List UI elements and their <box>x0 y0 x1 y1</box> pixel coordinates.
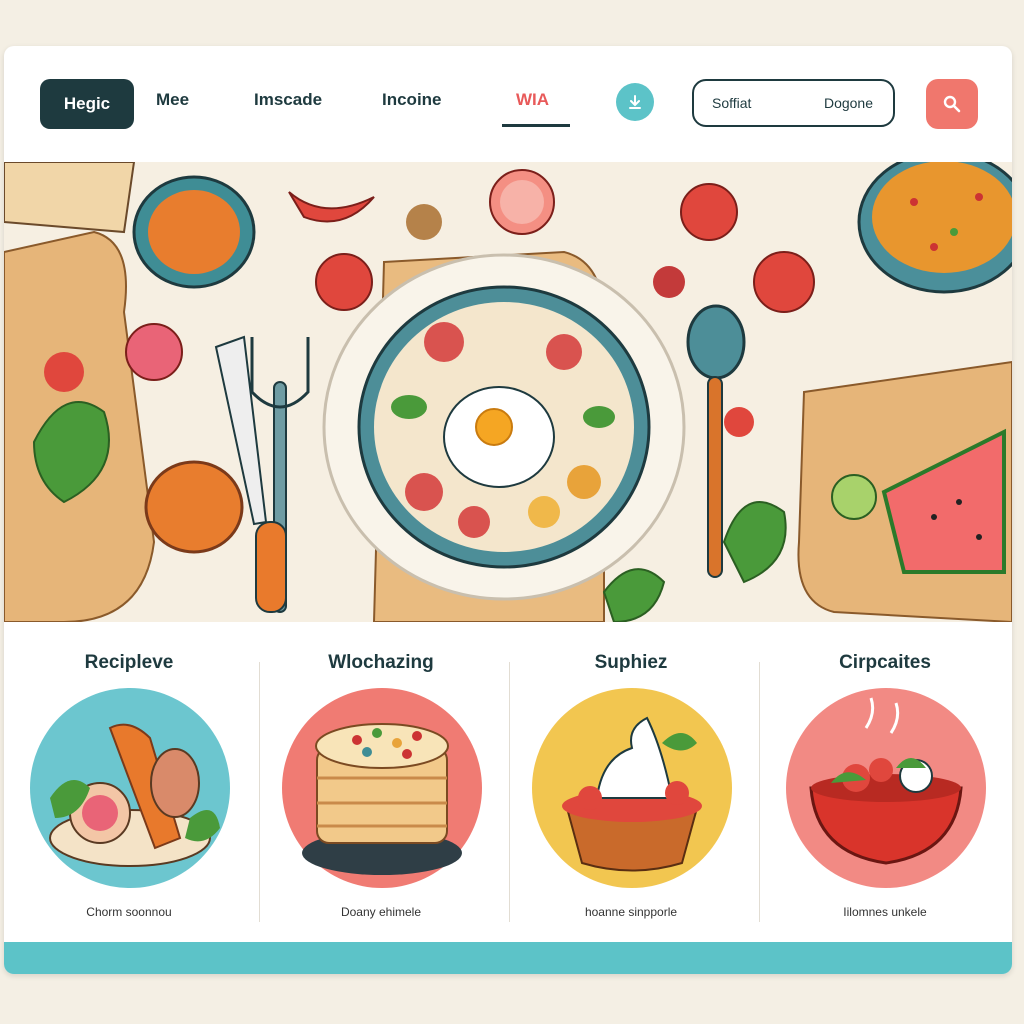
card-title: Suphiez <box>594 652 668 673</box>
search-input[interactable]: Soffiat Dogone <box>692 79 895 127</box>
category-card[interactable]: Wlochazing Doany ehimele <box>256 622 506 942</box>
card-caption: Doany ehimele <box>340 905 422 919</box>
category-card[interactable]: Cirpcaites Iilomnes unkele <box>760 622 1010 942</box>
card-caption: Chorm soonnou <box>86 905 172 919</box>
category-cards: Recipleve Chorm soonnou Wlochazing Doany… <box>4 622 1012 942</box>
hero-banner <box>4 150 1012 624</box>
active-tab-indicator <box>502 124 570 127</box>
card-title: Recipleve <box>84 652 174 673</box>
nav-link-incoine[interactable]: Incoine <box>382 90 442 110</box>
card-title: Cirpcaites <box>839 652 931 673</box>
vegetable-platter-illustration <box>30 688 230 888</box>
top-nav: Hegic Mee Imscade Incoine WIA Soffiat Do… <box>4 46 1012 162</box>
nav-link-mee[interactable]: Mee <box>156 90 189 110</box>
card-caption: hoanne sinpporle <box>584 905 678 919</box>
food-illustration <box>4 150 1012 624</box>
card-caption: Iilomnes unkele <box>843 905 927 919</box>
salad-bowl-illustration <box>786 688 986 888</box>
search-value-left: Soffiat <box>712 95 752 111</box>
card-title: Wlochazing <box>328 652 434 673</box>
cream-dessert-illustration <box>532 688 732 888</box>
search-value-right: Dogone <box>823 95 873 111</box>
nav-link-imscade[interactable]: Imscade <box>254 90 322 110</box>
download-icon[interactable] <box>616 83 654 121</box>
nav-link-wia[interactable]: WIA <box>516 90 549 110</box>
footer-bar <box>4 942 1012 974</box>
app-window: Hegic Mee Imscade Incoine WIA Soffiat Do… <box>4 46 1012 974</box>
search-button[interactable] <box>926 79 978 129</box>
layered-cake-illustration <box>282 688 482 888</box>
brand-button[interactable]: Hegic <box>40 79 134 129</box>
search-icon <box>943 95 961 113</box>
category-card[interactable]: Suphiez hoanne sinpporle <box>506 622 756 942</box>
category-card[interactable]: Recipleve Chorm soonnou <box>4 622 254 942</box>
